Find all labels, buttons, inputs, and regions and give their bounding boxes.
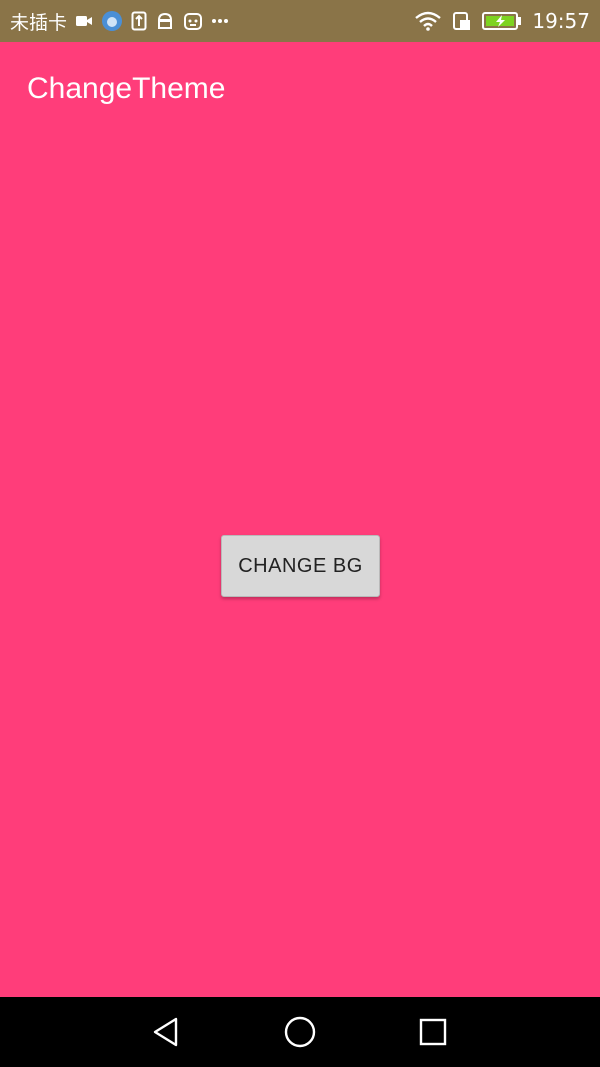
navigation-bar (0, 997, 600, 1067)
carrier-label: 未插卡 (10, 11, 68, 34)
status-left: 未插卡 (10, 0, 229, 42)
back-icon[interactable] (126, 997, 206, 1067)
upload-icon (131, 11, 147, 31)
main-content: CHANGE BG (0, 135, 600, 997)
app-bar: ChangeTheme (0, 42, 600, 135)
app-title: ChangeTheme (27, 72, 226, 105)
clock: 19:57 (532, 9, 590, 33)
video-icon (75, 14, 93, 28)
sim-icon (452, 11, 472, 31)
wifi-icon (414, 11, 442, 31)
more-icon (211, 18, 229, 24)
status-bar: 未插卡 19:57 (0, 0, 600, 42)
change-bg-button[interactable]: CHANGE BG (221, 535, 380, 597)
baidu-icon (101, 10, 123, 32)
home-icon[interactable] (260, 997, 340, 1067)
robot-icon (183, 11, 203, 31)
battery-charging-icon (482, 11, 522, 31)
recents-icon[interactable] (393, 997, 473, 1067)
status-right: 19:57 (414, 0, 590, 42)
android-icon (155, 11, 175, 31)
